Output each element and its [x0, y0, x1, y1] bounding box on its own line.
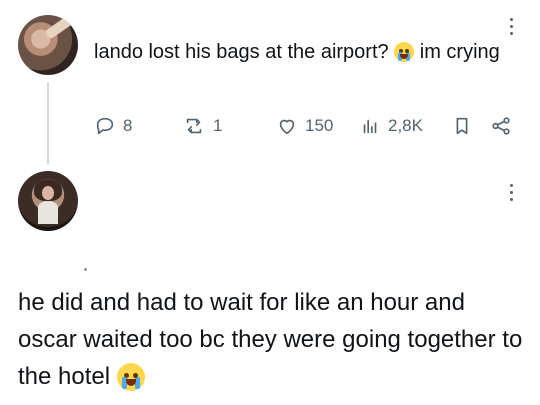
reply-count: 8 — [123, 116, 133, 135]
retweet-button[interactable]: 1 — [182, 112, 222, 140]
more-icon[interactable] — [510, 18, 516, 40]
more-icon[interactable] — [510, 184, 516, 206]
views-icon — [363, 119, 377, 134]
more-dot — [510, 191, 513, 194]
views-count: 2,8K — [388, 116, 423, 135]
separator-dot — [84, 268, 87, 271]
tweet-text-before-emoji: lando lost his bags at the airport? — [94, 41, 395, 63]
reply-button[interactable]: 8 — [94, 112, 132, 140]
avatar[interactable] — [18, 15, 78, 75]
like-count: 150 — [305, 116, 334, 135]
more-dot — [510, 18, 513, 21]
thread-line — [47, 82, 49, 164]
bookmark-button[interactable] — [451, 112, 473, 140]
crying-face-emoji — [394, 42, 415, 62]
views-button[interactable]: 2,8K — [359, 112, 423, 140]
avatar-decoration — [44, 15, 78, 40]
tweet-actions: 8 1 150 2,8K — [94, 112, 524, 140]
tweet-text: lando lost his bags at the airport? im c… — [94, 38, 514, 66]
avatar-clothing — [38, 202, 58, 224]
like-button[interactable]: 150 — [276, 112, 333, 140]
reply-text-content: he did and had to wait for like an hour … — [18, 289, 523, 390]
more-dot — [510, 198, 513, 201]
avatar-face — [42, 186, 54, 200]
retweet-icon — [186, 118, 202, 134]
retweet-count: 1 — [213, 116, 223, 135]
tweet-text-after-emoji: im crying — [414, 41, 500, 63]
share-icon — [492, 117, 510, 135]
reply-icon — [96, 117, 114, 135]
share-button[interactable] — [490, 112, 512, 140]
reply-text: he did and had to wait for like an hour … — [18, 284, 528, 395]
more-dot — [510, 25, 513, 28]
crying-face-emoji — [116, 363, 145, 391]
bookmark-icon — [456, 117, 468, 135]
more-dot — [510, 184, 513, 187]
heart-icon — [279, 119, 295, 135]
avatar[interactable] — [18, 171, 78, 231]
more-dot — [510, 32, 513, 35]
